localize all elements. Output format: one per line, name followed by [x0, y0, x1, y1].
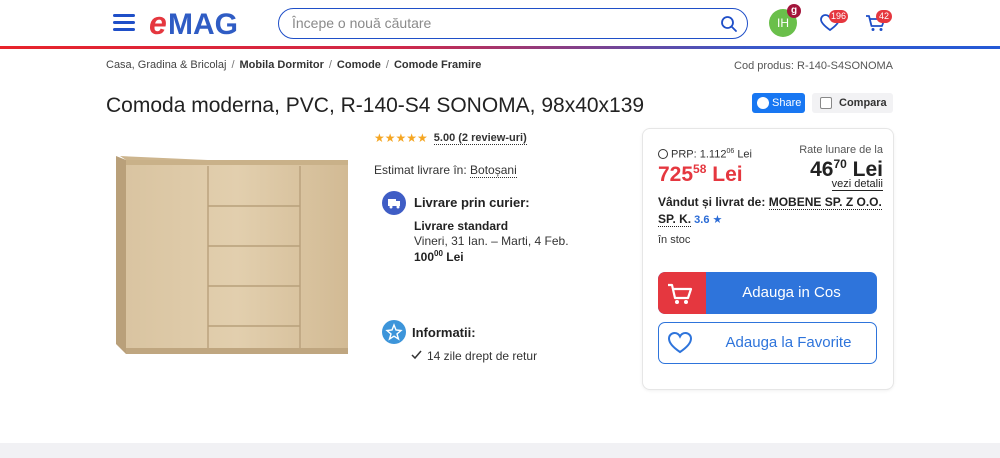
share-label: Share — [772, 97, 802, 109]
genius-badge: g — [787, 4, 801, 18]
cart-button-icon-area — [658, 272, 706, 314]
shipping-price-currency: Lei — [446, 250, 464, 264]
breadcrumb-item-dressers[interactable]: Comode — [337, 59, 381, 71]
info-title: Informatii: — [412, 325, 476, 340]
rating-stars-icon: ★★★★★ — [374, 131, 428, 145]
rating[interactable]: ★★★★★ 5.00 (2 review-uri) — [374, 131, 527, 145]
share-button[interactable]: Share — [752, 93, 805, 113]
shipping-price: 10000 Lei — [414, 249, 464, 264]
seller-label: Vândut și livrat de: — [658, 195, 766, 209]
shipping-method-name: Livrare standard — [414, 219, 509, 233]
prp-int: PRP: 1.112 — [671, 148, 727, 161]
add-to-cart-label: Adauga in Cos — [742, 284, 841, 301]
rate-dec: 70 — [833, 157, 847, 171]
product-price: 72558 Lei — [658, 162, 743, 187]
facebook-icon — [757, 97, 769, 109]
compare-checkbox[interactable] — [820, 97, 832, 109]
check-icon — [411, 350, 422, 360]
rate-int: 46 — [810, 158, 834, 181]
delivery-location-link[interactable]: Botoșani — [470, 163, 517, 178]
compare-button[interactable]: Compara — [812, 93, 893, 113]
svg-text:e: e — [149, 7, 167, 39]
footer-strip — [0, 443, 1000, 458]
search-bar[interactable] — [278, 8, 748, 39]
prp-currency: Lei — [737, 148, 752, 161]
breadcrumb-item-bedroom[interactable]: Mobila Dormitor — [240, 59, 324, 71]
seller-info: Vândut și livrat de: MOBENE SP. Z O.O. S… — [658, 194, 883, 229]
add-to-favorites-label: Adauga la Favorite — [725, 334, 852, 351]
breadcrumb-item-brand[interactable]: Comode Framire — [394, 59, 481, 71]
cart-count-badge: 42 — [876, 10, 892, 23]
shipping-price-dec: 00 — [434, 249, 443, 258]
truck-icon — [382, 191, 406, 215]
heart-icon — [667, 331, 693, 354]
breadcrumb-item-home-garden[interactable]: Casa, Gradina & Bricolaj — [106, 59, 226, 71]
clock-icon — [658, 148, 668, 159]
price-int: 725 — [658, 163, 694, 186]
svg-text:MAG: MAG — [168, 8, 238, 39]
add-to-cart-button[interactable]: Adauga in Cos — [658, 272, 877, 314]
cart-icon — [668, 283, 693, 304]
seller-rating: 3.6 ★ — [694, 214, 723, 226]
add-to-favorites-button[interactable]: Adauga la Favorite — [658, 322, 877, 364]
estimate-label: Estimat livrare în: — [374, 163, 467, 177]
menu-icon[interactable] — [113, 14, 135, 32]
stock-status: în stoc — [658, 234, 691, 246]
courier-title: Livrare prin curier: — [414, 195, 530, 210]
installments-label: Rate lunare de la — [799, 144, 883, 156]
prp-dec: 06 — [726, 148, 735, 155]
star-badge-icon — [382, 320, 406, 344]
search-icon[interactable] — [720, 15, 738, 33]
shipping-price-int: 100 — [414, 250, 435, 264]
page-title: Comoda moderna, PVC, R-140-S4 SONOMA, 98… — [106, 94, 645, 117]
product-code: Cod produs: R-140-S4SONOMA — [734, 60, 893, 72]
price-dec: 58 — [693, 162, 707, 176]
top-header: e MAG IH g 196 42 — [0, 0, 1000, 47]
installments-details-link[interactable]: vezi detalii — [831, 178, 883, 191]
emag-logo[interactable]: e MAG — [149, 7, 261, 39]
return-policy: 14 zile drept de retur — [427, 349, 538, 363]
breadcrumb: Casa, Gradina & Bricolaj / Mobila Dormitor… — [106, 59, 482, 71]
shipping-dates: Vineri, 31 Ian. – Marti, 4 Feb. — [414, 234, 569, 248]
compare-label: Compara — [839, 97, 887, 109]
header-divider — [0, 46, 1000, 49]
search-input[interactable] — [292, 15, 712, 31]
delivery-estimate: Estimat livrare în: Botoșani — [374, 163, 517, 178]
favorites-count-badge: 196 — [829, 10, 849, 23]
recommended-price: PRP: 1.11206 Lei — [658, 148, 752, 161]
price-currency: Lei — [712, 163, 743, 186]
rating-link[interactable]: 5.00 (2 review-uri) — [433, 132, 527, 145]
product-image[interactable] — [112, 148, 352, 360]
